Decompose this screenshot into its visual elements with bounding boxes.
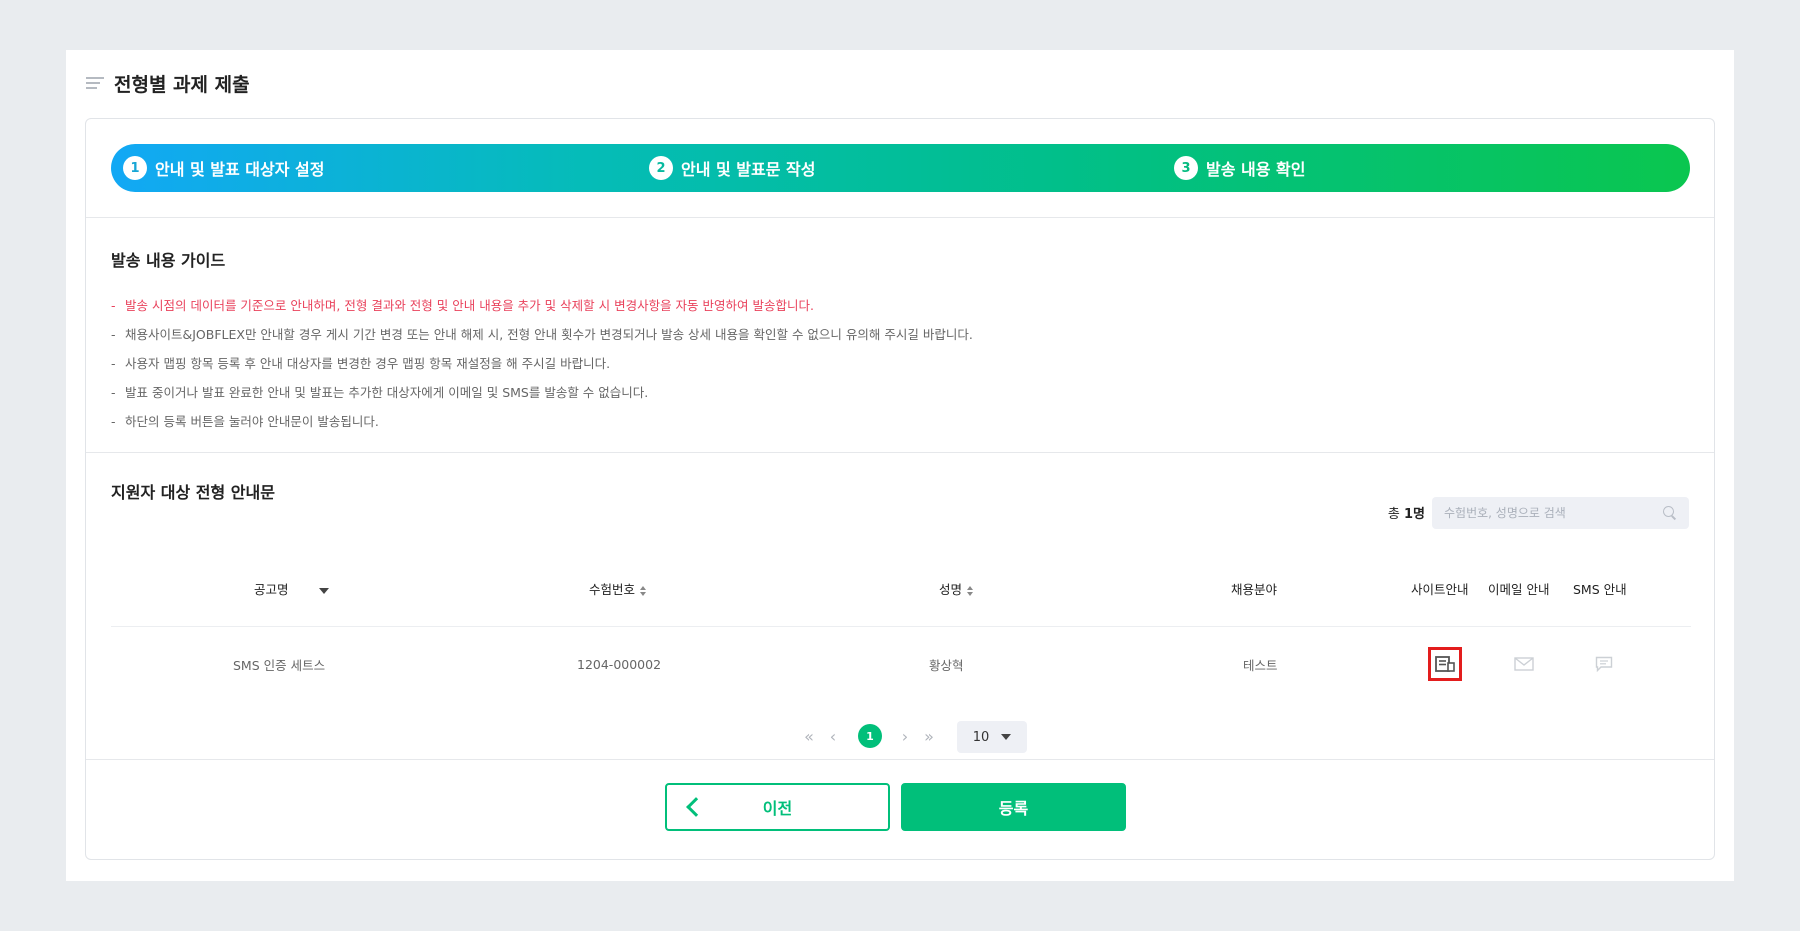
next-page-icon[interactable]: › <box>898 719 912 753</box>
step-number: 1 <box>123 156 147 180</box>
step-number: 2 <box>649 156 673 180</box>
applicant-notice-section: 지원자 대상 전형 안내문 총 1명 공고명 수험번호 성명 <box>111 479 1691 753</box>
step-2[interactable]: 2 안내 및 발표문 작성 <box>649 144 815 192</box>
col-email-header: 이메일 안내 <box>1488 582 1550 597</box>
guide-item: 채용사이트&JOBFLEX만 안내할 경우 게시 기간 변경 또는 안내 해제 … <box>111 320 1691 349</box>
table-header: 공고명 수험번호 성명 채용분야 사이트안내 이메일 안내 SMS 안내 <box>111 551 1691 627</box>
guide-title: 발송 내용 가이드 <box>111 251 226 270</box>
page-size-select[interactable]: 10 <box>957 721 1027 753</box>
menu-lines-icon <box>86 77 104 89</box>
chat-bubble-icon <box>1595 656 1613 672</box>
page-header: 전형별 과제 제출 <box>86 68 250 98</box>
total-value: 1명 <box>1403 507 1425 522</box>
mail-icon <box>1514 657 1534 671</box>
divider <box>86 452 1714 453</box>
send-guide: 발송 내용 가이드 발송 시점의 데이터를 기준으로 안내하며, 전형 결과와 … <box>111 247 1691 436</box>
col-label: 수험번호 <box>589 582 636 597</box>
cell-field: 테스트 <box>1243 657 1278 673</box>
page-size-value: 10 <box>972 729 990 745</box>
first-page-icon[interactable]: « <box>801 719 817 753</box>
pagination: « ‹ 1 › » 10 <box>111 719 1691 753</box>
email-notice-button[interactable] <box>1507 647 1541 681</box>
chevron-left-icon <box>686 797 706 817</box>
guide-item: 사용자 맵핑 항목 등록 후 안내 대상자를 변경한 경우 맵핑 항목 재설정을… <box>111 349 1691 378</box>
search-icon[interactable] <box>1663 506 1677 520</box>
step-label: 안내 및 발표문 작성 <box>681 160 816 179</box>
main-panel: 전형별 과제 제출 1 안내 및 발표 대상자 설정 2 안내 및 발표문 작성… <box>66 50 1734 881</box>
col-exam-no-header[interactable]: 수험번호 <box>589 579 647 598</box>
register-label: 등록 <box>998 799 1029 818</box>
page-title: 전형별 과제 제출 <box>114 73 250 96</box>
prev-label: 이전 <box>762 799 793 818</box>
search-box <box>1432 497 1689 529</box>
col-label: 공고명 <box>254 582 289 597</box>
step-3[interactable]: 3 발송 내용 확인 <box>1174 144 1305 192</box>
divider <box>86 759 1714 760</box>
guide-item: 하단의 등록 버튼을 눌러야 안내문이 발송됩니다. <box>111 407 1691 436</box>
applicant-table: 공고명 수험번호 성명 채용분야 사이트안내 이메일 안내 SMS 안내 SMS… <box>111 551 1691 701</box>
table-row: SMS 인증 세트스 1204-000002 황상혁 테스트 <box>111 627 1691 701</box>
prev-button[interactable]: 이전 <box>665 783 890 831</box>
search-input[interactable] <box>1444 506 1663 520</box>
content-card: 1 안내 및 발표 대상자 설정 2 안내 및 발표문 작성 3 발송 내용 확… <box>85 118 1715 860</box>
footer-actions: 이전 등록 <box>86 783 1714 831</box>
guide-item: 발표 중이거나 발표 완료한 안내 및 발표는 추가한 대상자에게 이메일 및 … <box>111 378 1691 407</box>
site-notice-icon <box>1435 656 1455 672</box>
cell-posting: SMS 인증 세트스 <box>233 657 326 673</box>
site-notice-button[interactable] <box>1428 647 1462 681</box>
col-posting-header[interactable]: 공고명 <box>254 579 329 598</box>
col-label: 성명 <box>939 582 963 597</box>
register-button[interactable]: 등록 <box>901 783 1126 831</box>
last-page-icon[interactable]: » <box>921 719 937 753</box>
divider <box>86 217 1714 218</box>
total-count: 총 1명 <box>1388 503 1425 522</box>
cell-name: 황상혁 <box>929 657 964 673</box>
col-field-header: 채용분야 <box>1231 582 1278 597</box>
sms-notice-button[interactable] <box>1587 647 1621 681</box>
col-name-header[interactable]: 성명 <box>939 579 974 598</box>
guide-list: 발송 시점의 데이터를 기준으로 안내하며, 전형 결과와 전형 및 안내 내용… <box>111 291 1691 436</box>
sort-icon[interactable] <box>967 585 974 596</box>
col-site-header: 사이트안내 <box>1411 582 1469 597</box>
step-label: 안내 및 발표 대상자 설정 <box>155 160 325 179</box>
step-number: 3 <box>1174 156 1198 180</box>
progress-stepper: 1 안내 및 발표 대상자 설정 2 안내 및 발표문 작성 3 발송 내용 확… <box>111 144 1690 192</box>
caret-down-icon[interactable] <box>318 587 329 594</box>
chevron-down-icon <box>1001 734 1012 740</box>
sort-icon[interactable] <box>640 585 647 596</box>
col-sms-header: SMS 안내 <box>1573 582 1627 597</box>
prev-page-icon[interactable]: ‹ <box>826 719 840 753</box>
guide-item: 발송 시점의 데이터를 기준으로 안내하며, 전형 결과와 전형 및 안내 내용… <box>111 291 1691 320</box>
step-1[interactable]: 1 안내 및 발표 대상자 설정 <box>123 144 324 192</box>
step-label: 발송 내용 확인 <box>1206 160 1306 179</box>
page-number-current[interactable]: 1 <box>858 724 882 748</box>
total-prefix: 총 <box>1387 507 1400 522</box>
cell-exam-no: 1204-000002 <box>577 656 662 672</box>
